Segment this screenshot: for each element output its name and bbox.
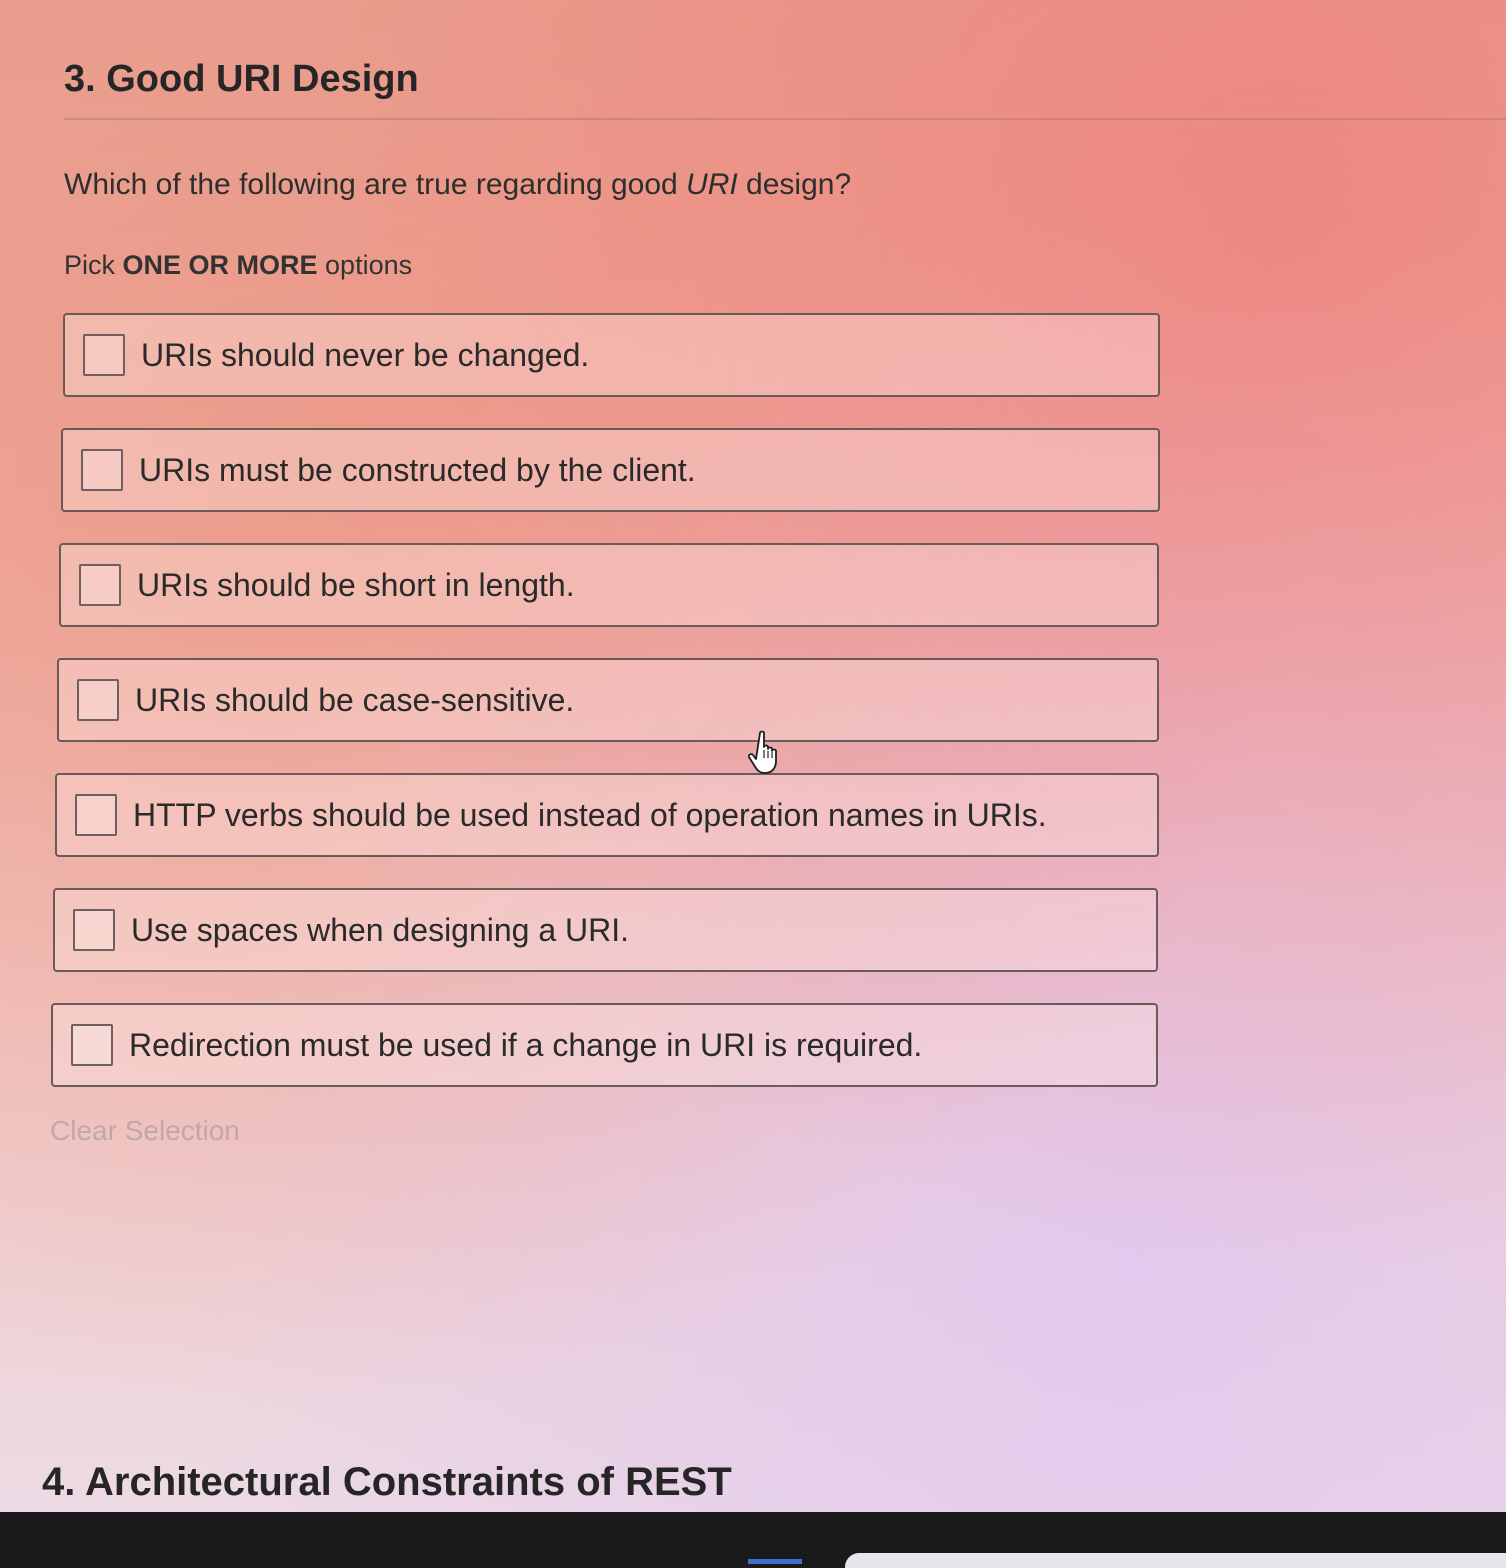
checkbox-icon[interactable]: [73, 909, 115, 951]
option-label: URIs should be case-sensitive.: [135, 681, 575, 718]
option-2[interactable]: URIs must be constructed by the client.: [61, 428, 1160, 512]
checkbox-icon[interactable]: [77, 679, 119, 721]
option-label: Redirection must be used if a change in …: [129, 1026, 923, 1063]
checkbox-icon[interactable]: [71, 1024, 113, 1066]
option-label: URIs must be constructed by the client.: [139, 451, 696, 488]
option-label: Use spaces when designing a URI.: [131, 911, 630, 948]
next-question-title: 4. Architectural Constraints of REST: [42, 1460, 732, 1504]
option-3[interactable]: URIs should be short in length.: [59, 543, 1159, 627]
checkbox-icon[interactable]: [81, 449, 123, 491]
prompt-emphasis: URI: [686, 168, 738, 201]
title-divider: [64, 118, 1506, 120]
option-label: HTTP verbs should be used instead of ope…: [133, 796, 1047, 833]
option-label: URIs should be short in length.: [137, 566, 575, 603]
option-4[interactable]: URIs should be case-sensitive.: [57, 658, 1159, 742]
bezel-indicator: [748, 1559, 802, 1564]
question-title: 3. Good URI Design: [64, 58, 419, 100]
option-6[interactable]: Use spaces when designing a URI.: [53, 888, 1158, 972]
bezel-highlight: [845, 1553, 1506, 1568]
checkbox-icon[interactable]: [79, 564, 121, 606]
option-5[interactable]: HTTP verbs should be used instead of ope…: [55, 773, 1159, 857]
option-7[interactable]: Redirection must be used if a change in …: [51, 1003, 1158, 1087]
checkbox-icon[interactable]: [75, 794, 117, 836]
hand-pointer-icon: [748, 730, 777, 774]
option-label: URIs should never be changed.: [141, 336, 590, 373]
checkbox-icon[interactable]: [83, 334, 125, 376]
clear-selection-link[interactable]: Clear Selection: [50, 1115, 240, 1147]
question-prompt: Which of the following are true regardin…: [64, 168, 852, 201]
question-instruction: Pick ONE OR MORE options: [64, 250, 413, 280]
instruction-emphasis: ONE OR MORE: [122, 250, 318, 280]
option-1[interactable]: URIs should never be changed.: [63, 313, 1160, 397]
